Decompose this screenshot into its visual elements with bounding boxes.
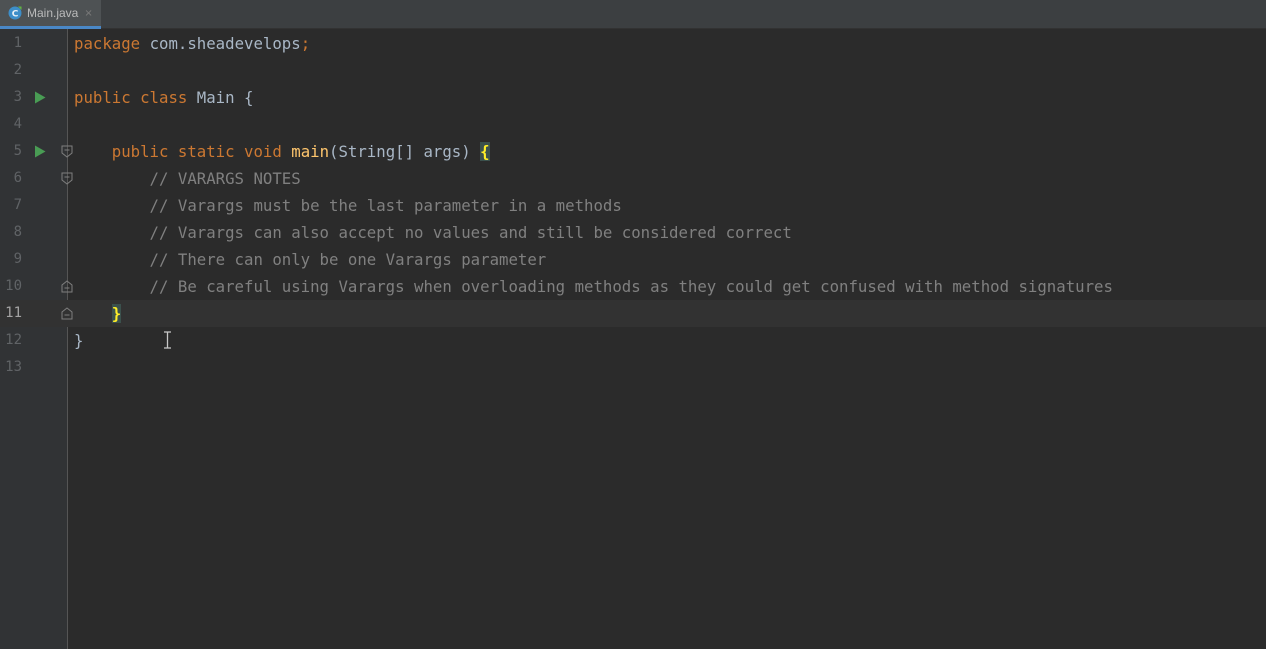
code-line[interactable]: 11 } — [0, 300, 1266, 327]
code-text: public static void main(String[] args) { — [74, 138, 490, 165]
fold-marker-icon[interactable] — [61, 172, 73, 185]
gutter-cell: 11 — [0, 300, 73, 327]
code-text: } — [74, 300, 122, 327]
tab-main-java[interactable]: C Main.java × — [0, 0, 101, 29]
code-token: { — [480, 142, 490, 161]
fold-marker-icon[interactable] — [61, 307, 73, 320]
code-line[interactable]: 6 // VARARGS NOTES — [0, 165, 1266, 192]
line-number: 9 — [13, 251, 22, 267]
line-number: 1 — [13, 35, 22, 51]
line-number: 10 — [5, 278, 22, 294]
code-token: (String[] args) — [329, 142, 481, 161]
gutter-cell: 8 — [0, 219, 67, 246]
gutter-cell: 4 — [0, 111, 67, 138]
code-text: // VARARGS NOTES — [74, 165, 301, 192]
gutter-cell: 1 — [0, 30, 67, 57]
line-number: 12 — [5, 332, 22, 348]
gutter-cell: 6 — [0, 165, 73, 192]
line-number: 4 — [13, 116, 22, 132]
code-line[interactable]: 3 public class Main { — [0, 84, 1266, 111]
code-text: // There can only be one Varargs paramet… — [74, 246, 547, 273]
code-line[interactable]: 8 // Varargs can also accept no values a… — [0, 219, 1266, 246]
code-line[interactable]: 1 package com.sheadevelops; — [0, 30, 1266, 57]
code-line[interactable]: 7 // Varargs must be the last parameter … — [0, 192, 1266, 219]
gutter-cell: 7 — [0, 192, 67, 219]
code-token: Main { — [187, 88, 254, 107]
code-token: // VARARGS NOTES — [74, 169, 301, 188]
java-class-icon: C — [8, 6, 22, 20]
line-number: 7 — [13, 197, 22, 213]
gutter-cell: 13 — [0, 354, 67, 381]
code-token: public class — [74, 88, 188, 107]
code-token: main — [291, 142, 330, 161]
code-token: } — [74, 331, 84, 350]
line-number: 6 — [13, 170, 22, 186]
code-line[interactable]: 10 // Be careful using Varargs when over… — [0, 273, 1266, 300]
code-text: } — [74, 327, 83, 354]
code-token: } — [111, 304, 122, 323]
code-text: // Varargs can also accept no values and… — [74, 219, 792, 246]
run-arrow-icon[interactable] — [34, 145, 46, 158]
code-line[interactable]: 4 — [0, 111, 1266, 138]
code-line[interactable]: 9 // There can only be one Varargs param… — [0, 246, 1266, 273]
code-text: public class Main { — [74, 84, 253, 111]
code-token: com.sheadevelops — [140, 34, 301, 53]
code-text: package com.sheadevelops; — [74, 30, 310, 57]
line-number: 3 — [13, 89, 22, 105]
svg-text:C: C — [12, 10, 19, 20]
line-number: 11 — [5, 305, 22, 321]
code-token: ; — [300, 34, 311, 53]
line-number: 2 — [13, 62, 22, 78]
gutter-cell: 10 — [0, 273, 73, 300]
code-editor[interactable]: 1 package com.sheadevelops; 2 3 public class… — [0, 29, 1266, 649]
gutter-cell: 5 — [0, 138, 73, 165]
line-number: 5 — [13, 143, 22, 159]
gutter-cell: 2 — [0, 57, 67, 84]
gutter-cell: 3 — [0, 84, 67, 111]
gutter-cell: 12 — [0, 327, 67, 354]
code-line[interactable]: 2 — [0, 57, 1266, 84]
close-icon[interactable]: × — [84, 8, 92, 19]
code-text: // Varargs must be the last parameter in… — [74, 192, 622, 219]
fold-marker-icon[interactable] — [61, 145, 73, 158]
tab-label: Main.java — [27, 6, 79, 20]
editor-tab-bar: C Main.java × — [0, 0, 1266, 29]
code-token: // There can only be one Varargs paramet… — [74, 250, 547, 269]
line-number: 8 — [13, 224, 22, 240]
code-token: public static void — [111, 142, 282, 161]
code-line[interactable]: 12} — [0, 327, 1266, 354]
run-arrow-icon[interactable] — [34, 91, 46, 104]
code-token: // Be careful using Varargs when overloa… — [74, 277, 1113, 296]
code-line[interactable]: 5 public static void main(String[] args)… — [0, 138, 1266, 165]
text-cursor-icon — [164, 331, 171, 349]
code-text: // Be careful using Varargs when overloa… — [74, 273, 1113, 300]
fold-marker-icon[interactable] — [61, 280, 73, 293]
line-number: 13 — [5, 359, 22, 375]
code-token: package — [74, 34, 141, 53]
gutter-cell: 9 — [0, 246, 67, 273]
code-line[interactable]: 13 — [0, 354, 1266, 381]
code-token: // Varargs can also accept no values and… — [74, 223, 792, 242]
code-token: // Varargs must be the last parameter in… — [74, 196, 622, 215]
